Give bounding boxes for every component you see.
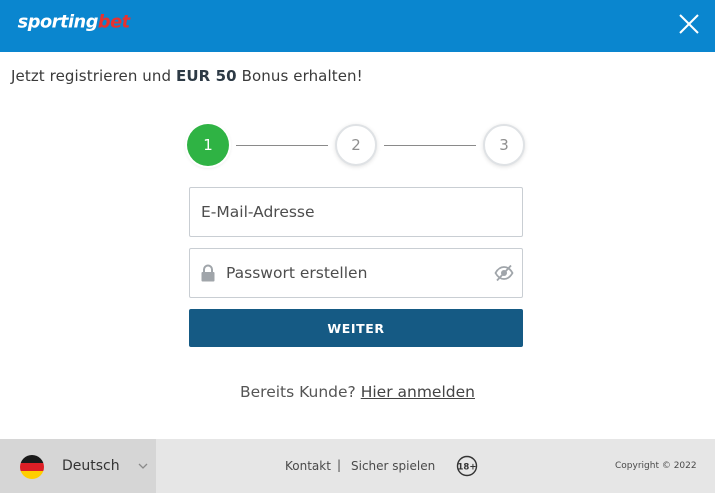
step-connector-2: [384, 145, 476, 146]
lock-icon: [201, 264, 215, 282]
email-input[interactable]: [201, 188, 511, 236]
login-prompt: Bereits Kunde? Hier anmelden: [0, 383, 715, 401]
footer-separator: |: [337, 458, 342, 472]
age-18-plus-icon[interactable]: 18+: [456, 455, 478, 477]
password-field-container: [189, 248, 523, 298]
login-link[interactable]: Hier anmelden: [361, 383, 475, 401]
promo-suffix: Bonus erhalten!: [236, 67, 363, 85]
step-2-indicator: 2: [335, 124, 377, 166]
step-3-indicator: 3: [483, 124, 525, 166]
login-prompt-text: Bereits Kunde?: [240, 383, 361, 401]
promo-prefix: Jetzt registrieren und: [11, 67, 177, 85]
contact-link[interactable]: Kontakt: [285, 459, 331, 473]
close-icon[interactable]: [677, 12, 701, 36]
sportingbet-logo: sportingbet: [18, 13, 132, 33]
language-selector[interactable]: Deutsch: [0, 439, 156, 493]
continue-button[interactable]: WEITER: [189, 309, 523, 347]
dialog-header: sportingbet: [0, 0, 715, 52]
dialog-footer: Deutsch Kontakt | Sicher spielen 18+ Cop…: [0, 439, 715, 493]
chevron-down-icon: [138, 463, 148, 469]
age-badge-text: 18+: [458, 463, 477, 473]
svg-text:sportingbet: sportingbet: [18, 13, 132, 33]
password-input[interactable]: [226, 249, 486, 297]
step-1-indicator: 1: [187, 124, 229, 166]
bonus-promo-text: Jetzt registrieren und EUR 50 Bonus erha…: [11, 67, 363, 85]
email-field-container: [189, 187, 523, 237]
promo-bonus-amount: EUR 50: [176, 67, 237, 85]
registration-dialog: sportingbet Jetzt registrieren und EUR 5…: [0, 0, 715, 493]
copyright-text: Copyright © 2022: [615, 461, 697, 471]
responsible-gaming-link[interactable]: Sicher spielen: [351, 459, 435, 473]
germany-flag-icon: [20, 455, 44, 479]
eye-slash-icon[interactable]: [494, 264, 514, 282]
language-label: Deutsch: [62, 458, 120, 474]
step-connector-1: [236, 145, 328, 146]
